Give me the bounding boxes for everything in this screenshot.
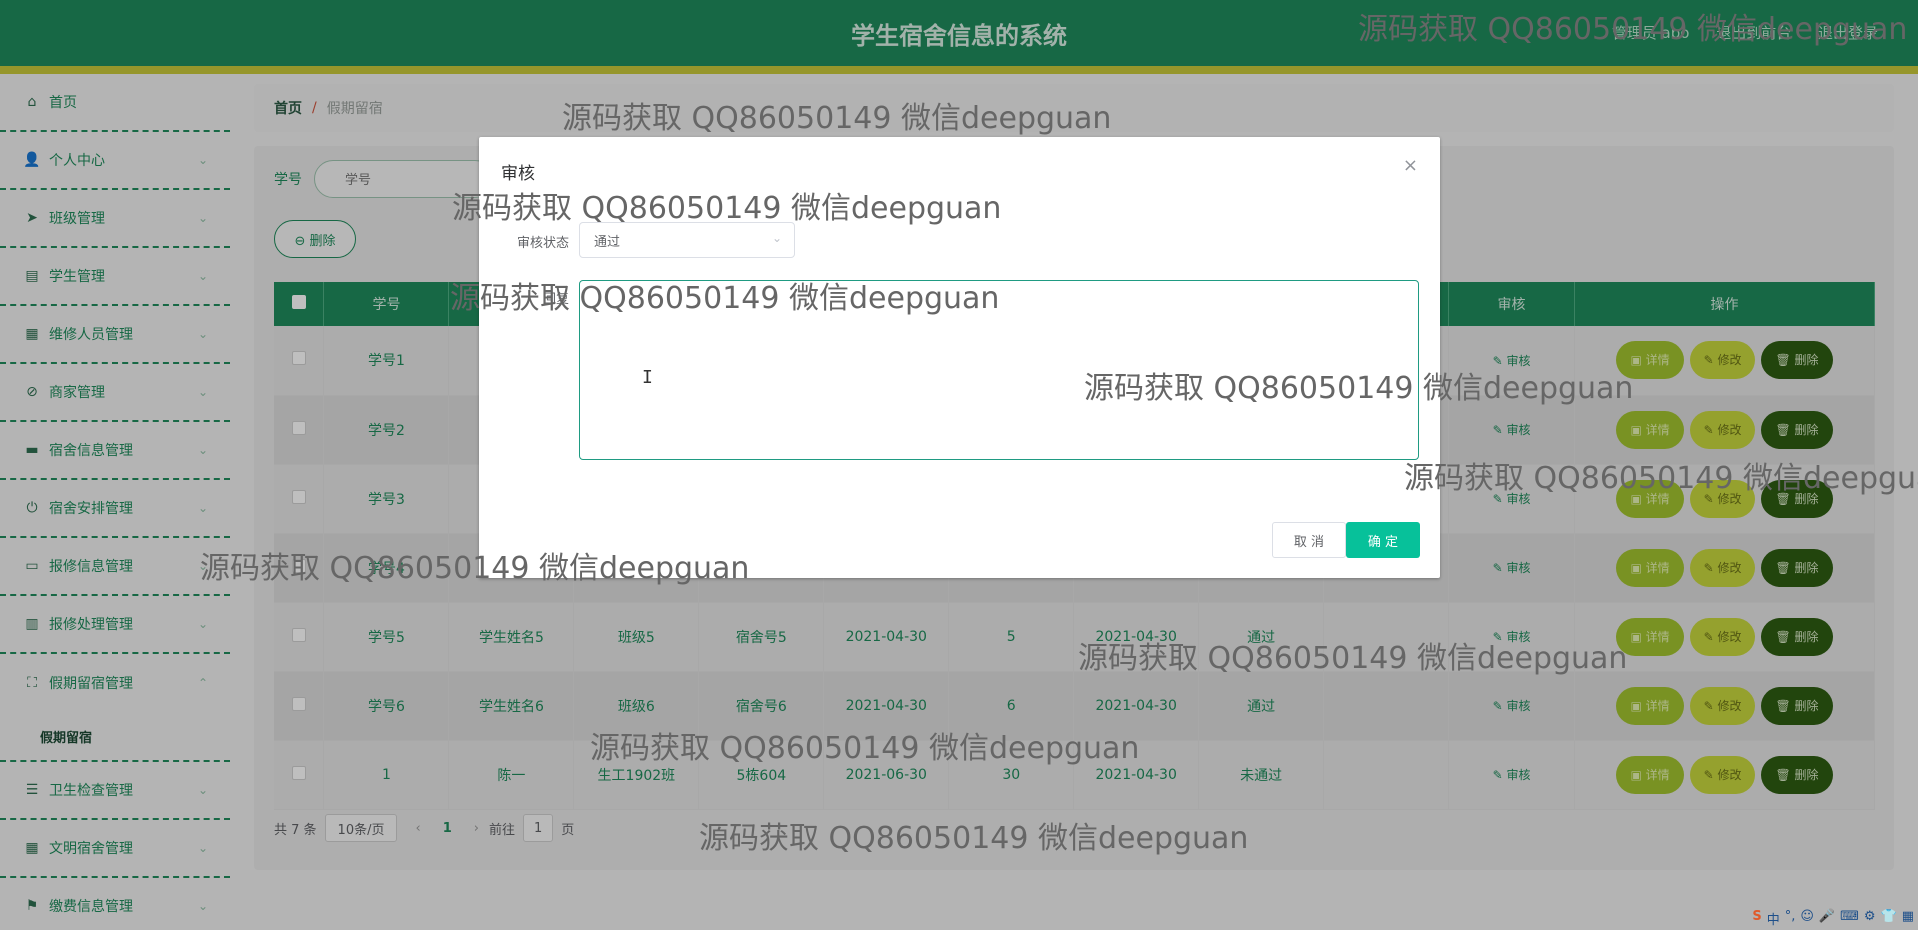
watermark: 源码获取 QQ86050149 微信deepguan [562,101,1112,136]
ime-logo-icon[interactable]: S [1752,909,1761,928]
watermark: 源码获取 QQ86050149 微信deepguan [1084,371,1634,406]
ime-tray: S 中 °, ☺ 🎤 ⌨ ⚙ 👕 ▦ [1752,909,1914,928]
text-cursor-icon: I [642,367,653,388]
watermark: 源码获取 QQ86050149 微信deepguan [699,821,1249,856]
watermark: 源码获取 QQ86050149 微信deepguan [200,551,750,586]
ime-settings-icon[interactable]: ⚙ [1864,909,1876,928]
dialog-title: 审核 [501,164,535,184]
ime-skin-icon[interactable]: 👕 [1881,909,1897,928]
watermark: 源码获取 QQ86050149 微信deepguan [1358,12,1908,47]
chevron-down-icon: ⌄ [771,231,782,245]
confirm-button[interactable]: 确 定 [1346,522,1420,558]
watermark: 源码获取 QQ86050149 微信deepguan [450,281,1000,316]
ime-keyboard-icon[interactable]: ⌨ [1840,909,1859,928]
watermark: 源码获取 QQ86050149 微信deepguan [590,731,1140,766]
status-select-value: 通过 [594,234,621,250]
ime-grid-icon[interactable]: ▦ [1902,909,1914,928]
ime-emoji-icon[interactable]: ☺ [1800,909,1814,928]
ime-punct-icon[interactable]: °, [1785,909,1796,928]
ime-mic-icon[interactable]: 🎤 [1819,909,1835,928]
ime-chinese-icon[interactable]: 中 [1767,909,1780,928]
status-label: 审核状态 [516,236,569,251]
watermark: 源码获取 QQ86050149 微信deepguan [452,191,1002,226]
watermark: 源码获取 QQ86050149 微信deepguan [1078,641,1628,676]
watermark: 源码获取 QQ86050149 微信deepguan [1404,461,1918,496]
close-icon[interactable]: × [1403,155,1418,176]
status-select[interactable]: 通过 ⌄ [579,222,795,258]
cancel-button[interactable]: 取 消 [1272,522,1346,558]
